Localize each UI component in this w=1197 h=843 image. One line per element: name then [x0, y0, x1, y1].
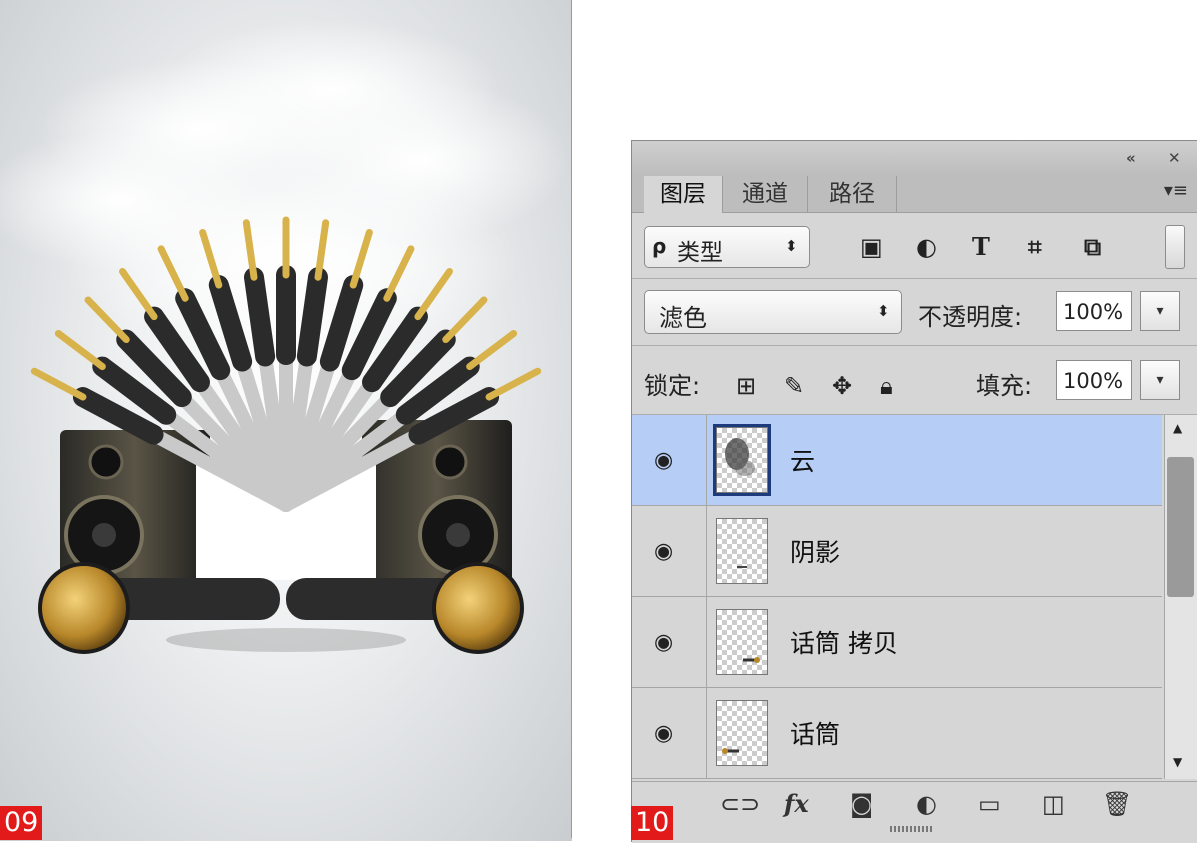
blend-row: 滤色 ⬍ 不透明度: 100% ▾	[632, 279, 1197, 346]
scroll-up-arrow-icon[interactable]: ▲	[1173, 421, 1182, 435]
layers-scrollbar[interactable]: ▲ ▼	[1164, 415, 1197, 779]
visibility-toggle[interactable]: ◉	[632, 688, 707, 778]
visibility-toggle[interactable]: ◉	[632, 506, 707, 596]
fill-dropdown-button[interactable]: ▾	[1140, 360, 1180, 400]
adjustment-layer-icon[interactable]: ◐	[916, 790, 937, 818]
layer-row-mic-copy[interactable]: ◉ 话筒 拷贝	[632, 597, 1162, 688]
eye-icon: ◉	[654, 539, 674, 564]
filter-kind-label: 类型	[677, 240, 723, 266]
filter-kind-select[interactable]: ρ 类型 ⬍	[644, 226, 810, 268]
eye-icon: ◉	[654, 630, 674, 655]
tab-channels[interactable]: 通道	[723, 176, 808, 212]
blend-mode-select[interactable]: 滤色 ⬍	[644, 290, 902, 334]
lock-all-icon[interactable]: 🔒︎	[880, 374, 893, 398]
layer-thumbnail	[716, 427, 768, 493]
adjustment-filter-icon[interactable]: ◐	[916, 235, 937, 259]
mask-icon[interactable]: ◙	[850, 790, 873, 818]
layer-name: 话筒 拷贝	[790, 629, 898, 658]
image-filter-icon[interactable]: ▣	[860, 235, 883, 259]
link-icon[interactable]: ⊂⊃	[720, 790, 760, 818]
filter-row: ρ 类型 ⬍ ▣ ◐ T ⌗ ⧉	[632, 213, 1197, 279]
scroll-thumb[interactable]	[1167, 457, 1194, 597]
fill-input[interactable]: 100%	[1056, 360, 1132, 400]
visibility-toggle[interactable]: ◉	[632, 415, 707, 505]
lock-move-icon[interactable]: ✥	[832, 374, 852, 398]
layer-name: 云	[790, 447, 816, 476]
layer-row-mic[interactable]: ◉ 话筒	[632, 688, 1162, 779]
resize-grip[interactable]	[890, 826, 934, 832]
layer-thumbnail	[716, 700, 768, 766]
visibility-toggle[interactable]: ◉	[632, 597, 707, 687]
panel-menu-icon[interactable]: ▾≡	[1164, 180, 1188, 201]
lock-transparent-icon[interactable]: ⊞	[736, 374, 756, 398]
opacity-dropdown-button[interactable]: ▾	[1140, 291, 1180, 331]
eye-icon: ◉	[654, 448, 674, 473]
poster-artwork	[0, 20, 570, 654]
close-icon[interactable]: ✕	[1168, 149, 1181, 167]
layer-row-shadow[interactable]: ◉ 阴影	[632, 506, 1162, 597]
tab-layers[interactable]: 图层	[644, 176, 723, 213]
layer-thumbnail	[716, 609, 768, 675]
layer-name: 阴影	[790, 538, 841, 567]
lock-row: 锁定: ⊞ ✎ ✥ 🔒︎ 填充: 100% ▾	[632, 346, 1197, 415]
double-left-arrow-icon[interactable]: «	[1126, 149, 1136, 167]
poster-image: 09	[0, 0, 572, 841]
shape-filter-icon[interactable]: ⌗	[1028, 235, 1042, 259]
opacity-label: 不透明度:	[918, 303, 1023, 331]
folder-icon[interactable]: ▭	[978, 790, 1001, 818]
trash-icon[interactable]: 🗑︎	[1102, 790, 1132, 818]
panel-tabs: 图层 通道 路径 ▾≡	[632, 174, 1197, 213]
lock-brush-icon[interactable]: ✎	[784, 374, 804, 398]
opacity-input[interactable]: 100%	[1056, 291, 1132, 331]
step-number-badge: 09	[0, 806, 43, 840]
layers-bottom-toolbar: ⊂⊃ fx ◙ ◐ ▭ ◫ 🗑︎	[632, 781, 1197, 843]
eye-icon: ◉	[654, 721, 674, 746]
updown-arrow-icon: ⬍	[877, 302, 890, 320]
layers-panel: « ✕ 图层 通道 路径 ▾≡ ρ 类型 ⬍ ▣ ◐ T ⌗ ⧉ 滤色 ⬍ 不透…	[631, 140, 1197, 843]
updown-arrow-icon: ⬍	[785, 237, 798, 255]
search-icon: ρ	[652, 234, 667, 258]
new-layer-icon[interactable]: ◫	[1042, 790, 1065, 818]
poster-border	[571, 0, 572, 838]
type-filter-icon[interactable]: T	[972, 235, 990, 259]
fx-icon[interactable]: fx	[784, 790, 809, 818]
tab-paths[interactable]: 路径	[808, 176, 897, 212]
panel-titlebar: « ✕	[632, 141, 1197, 175]
blend-mode-label: 滤色	[659, 304, 707, 332]
filter-toggle-switch[interactable]	[1165, 225, 1185, 269]
layer-name: 话筒	[790, 720, 841, 749]
layer-thumbnail	[716, 518, 768, 584]
layer-row-cloud[interactable]: ◉ 云	[632, 415, 1162, 506]
smart-object-filter-icon[interactable]: ⧉	[1084, 235, 1101, 259]
step-number-badge: 10	[631, 806, 674, 840]
layers-list: ◉ 云 ◉ 阴影 ◉ 话筒 拷贝 ◉ 话筒	[632, 415, 1162, 779]
lock-label: 锁定:	[644, 372, 701, 400]
scroll-down-arrow-icon[interactable]: ▼	[1173, 755, 1182, 769]
fill-label: 填充:	[976, 372, 1033, 400]
